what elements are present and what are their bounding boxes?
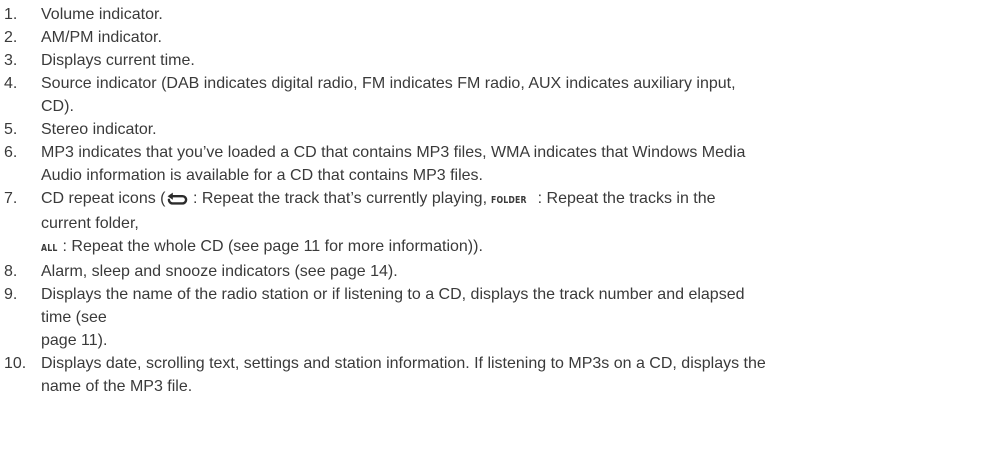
item-text: AM/PM indicator.	[41, 26, 991, 49]
folder-label: FOLDER	[491, 195, 528, 206]
item-line: Displays date, scrolling text, settings …	[41, 355, 766, 372]
item-text: Stereo indicator.	[41, 118, 991, 141]
item-number: 2.	[4, 29, 18, 46]
all-label: ALL	[41, 243, 58, 254]
item-text: Volume indicator.	[41, 3, 991, 26]
item-number: 3.	[4, 52, 18, 69]
item-text: Displays the name of the radio station o…	[41, 283, 991, 352]
item-number: 5.	[4, 121, 18, 138]
item-line: ALL : Repeat the whole CD (see page 11 f…	[41, 235, 991, 260]
item-text: MP3 indicates that you’ve loaded a CD th…	[41, 141, 991, 187]
list-item: 1. Volume indicator.	[4, 3, 996, 26]
item-text-fragment: : Repeat the tracks in the	[533, 190, 716, 207]
item-number: 4.	[4, 75, 18, 92]
item-line: Alarm, sleep and snooze indicators (see …	[41, 263, 398, 280]
item-text-fragment: : Repeat the whole CD (see page 11 for m…	[58, 238, 483, 255]
item-line: Audio information is available for a CD …	[41, 167, 483, 184]
list-item: 2. AM/PM indicator.	[4, 26, 996, 49]
display-indicator-list: 1. Volume indicator. 2. AM/PM indicator.…	[4, 3, 996, 398]
item-line: CD).	[41, 98, 74, 115]
item-line: CD repeat icons ( : Repeat the track tha…	[41, 187, 991, 212]
item-line: time (see	[41, 309, 107, 326]
item-line: name of the MP3 file.	[41, 378, 193, 395]
item-line: Stereo indicator.	[41, 121, 157, 138]
item-number: 1.	[4, 6, 18, 23]
item-text: Alarm, sleep and snooze indicators (see …	[41, 260, 991, 283]
document-page: 1. Volume indicator. 2. AM/PM indicator.…	[0, 0, 996, 469]
item-line: Source indicator (DAB indicates digital …	[41, 75, 736, 92]
item-text: Source indicator (DAB indicates digital …	[41, 72, 991, 118]
list-item: 9. Displays the name of the radio statio…	[4, 283, 996, 352]
item-line: current folder,	[41, 215, 139, 232]
item-line: AM/PM indicator.	[41, 29, 162, 46]
item-line: page 11).	[41, 332, 108, 349]
item-text: Displays current time.	[41, 49, 991, 72]
item-line: MP3 indicates that you’ve loaded a CD th…	[41, 144, 746, 161]
item-text-fragment: : Repeat the track that’s currently play…	[188, 190, 492, 207]
item-text-fragment: CD repeat icons (	[41, 190, 166, 207]
item-number: 8.	[4, 263, 18, 280]
list-item: 7. CD repeat icons ( : Repeat the track …	[4, 187, 996, 260]
list-item: 8. Alarm, sleep and snooze indicators (s…	[4, 260, 996, 283]
item-number: 6.	[4, 144, 18, 161]
item-text: Displays date, scrolling text, settings …	[41, 352, 991, 398]
item-number: 9.	[4, 286, 18, 303]
item-line: Displays current time.	[41, 52, 195, 69]
list-item: 5. Stereo indicator.	[4, 118, 996, 141]
item-number: 7.	[4, 190, 18, 207]
repeat-icon	[167, 189, 188, 212]
list-item: 10. Displays date, scrolling text, setti…	[4, 352, 996, 398]
list-item: 3. Displays current time.	[4, 49, 996, 72]
item-number: 10.	[4, 355, 27, 372]
item-line: Displays the name of the radio station o…	[41, 286, 745, 303]
item-line: Volume indicator.	[41, 6, 163, 23]
list-item: 6. MP3 indicates that you’ve loaded a CD…	[4, 141, 996, 187]
list-item: 4. Source indicator (DAB indicates digit…	[4, 72, 996, 118]
item-text: CD repeat icons ( : Repeat the track tha…	[41, 187, 991, 260]
